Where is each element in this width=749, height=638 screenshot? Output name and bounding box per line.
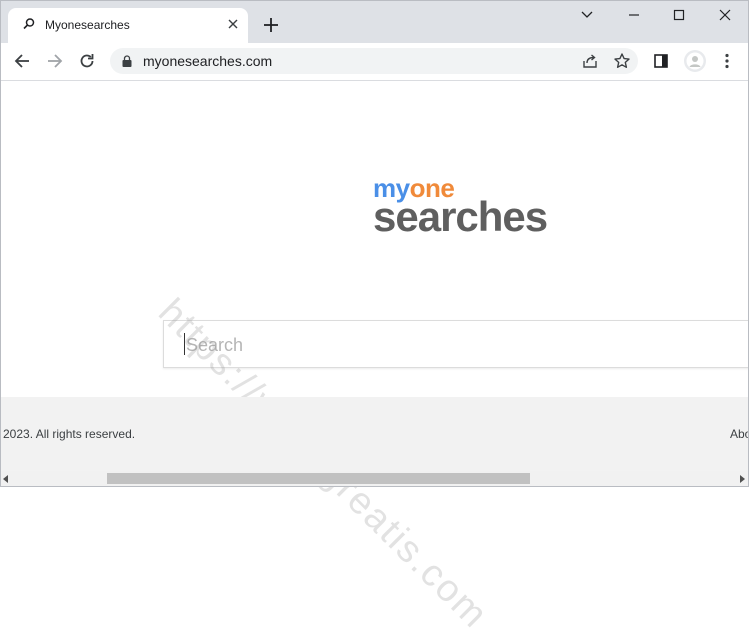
forward-arrow-icon[interactable]	[45, 51, 65, 71]
address-bar[interactable]: myonesearches.com	[110, 48, 638, 74]
reload-icon[interactable]	[77, 51, 97, 71]
copyright-text: 2023. All rights reserved.	[3, 427, 136, 441]
close-icon[interactable]	[224, 15, 242, 33]
footer-about-link[interactable]: Abo	[730, 427, 749, 441]
plus-icon[interactable]	[260, 14, 282, 36]
search-input[interactable]	[184, 331, 588, 359]
page-footer: 2023. All rights reserved. Abo	[0, 397, 749, 471]
tab-active[interactable]: Myonesearches	[8, 8, 248, 43]
browser-toolbar: myonesearches.com	[0, 43, 749, 81]
avatar-icon[interactable]	[683, 49, 707, 73]
back-arrow-icon[interactable]	[12, 51, 32, 71]
url-text: myonesearches.com	[143, 53, 273, 69]
scrollbar-thumb[interactable]	[107, 473, 530, 484]
close-window-icon[interactable]	[710, 4, 740, 26]
minimize-icon[interactable]	[619, 4, 649, 26]
kebab-menu-icon[interactable]	[717, 51, 737, 71]
scroll-left-arrow-icon[interactable]	[3, 475, 8, 483]
search-favicon-icon	[23, 18, 35, 30]
horizontal-scrollbar[interactable]	[0, 471, 749, 487]
lock-icon[interactable]	[122, 55, 132, 67]
sidebar-icon[interactable]	[651, 51, 671, 71]
star-icon[interactable]	[613, 52, 631, 70]
page-content: myone searches https://www.greatis.com	[0, 81, 749, 637]
maximize-icon[interactable]	[664, 4, 694, 26]
title-bar: Myonesearches	[0, 0, 749, 43]
search-box[interactable]	[163, 320, 749, 368]
share-icon[interactable]	[581, 52, 599, 70]
tab-title: Myonesearches	[45, 18, 130, 32]
logo-part-searches: searches	[373, 193, 548, 240]
scroll-right-arrow-icon[interactable]	[740, 475, 745, 483]
chevron-down-icon[interactable]	[572, 4, 602, 26]
